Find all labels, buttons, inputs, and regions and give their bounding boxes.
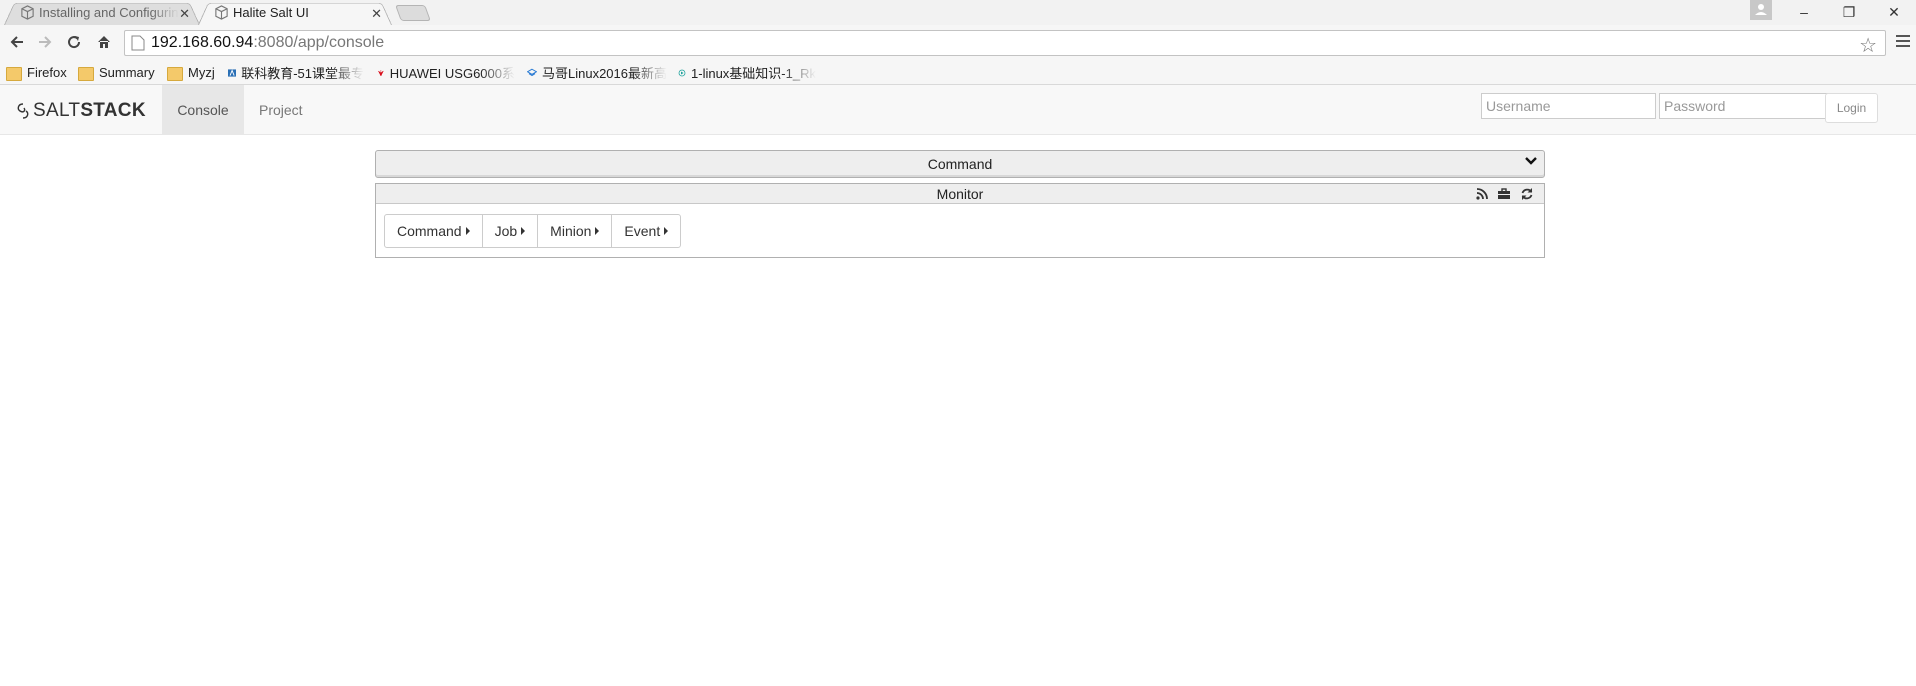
mage-icon xyxy=(527,68,537,76)
bookmark-label: Myzj xyxy=(188,65,215,80)
monitor-panel: Monitor Command Job Minion Event xyxy=(375,183,1545,258)
bookmark-label: 联科教育-51课堂最专 xyxy=(241,66,364,81)
bookmark-linux-basics[interactable]: 1-linux基础知识-1_Rk xyxy=(678,64,816,81)
home-icon xyxy=(98,36,110,48)
new-tab-button[interactable] xyxy=(395,5,431,21)
brand-logo[interactable]: SALT STACK xyxy=(15,100,146,122)
browser-toolbar: 192.168.60.94:8080/app/console ☆ xyxy=(0,25,1916,60)
tab-close-icon[interactable]: ✕ xyxy=(371,6,382,22)
browser-menu-button[interactable] xyxy=(1896,35,1910,50)
bookmarks-bar: Firefox Summary Myzj 联科教育-51课堂最专 HUAWEI … xyxy=(0,60,1916,85)
nav-project[interactable]: Project xyxy=(243,85,319,135)
monitor-event-button[interactable]: Event xyxy=(611,214,682,248)
minimize-icon: – xyxy=(1800,4,1808,20)
bookmark-mage[interactable]: 马哥Linux2016最新高 xyxy=(527,64,667,81)
briefcase-icon[interactable] xyxy=(1497,187,1511,201)
forward-button[interactable] xyxy=(34,31,56,53)
page-icon xyxy=(131,35,145,51)
lianke-icon xyxy=(228,68,237,77)
address-bar[interactable]: 192.168.60.94:8080/app/console ☆ xyxy=(124,30,1886,58)
browser-titlebar: Installing and Configuring ✕ Halite Salt… xyxy=(0,0,1916,26)
caret-right-icon xyxy=(465,227,470,235)
username-field[interactable] xyxy=(1481,93,1656,119)
folder-icon xyxy=(78,66,94,81)
bookmark-label: 1-linux基础知识-1_Rk xyxy=(691,66,816,81)
tab-installing[interactable]: Installing and Configuring ✕ xyxy=(4,0,200,26)
page-favicon-icon xyxy=(21,5,34,20)
bookmark-star-icon[interactable]: ☆ xyxy=(1859,33,1877,58)
bookmark-huawei[interactable]: HUAWEI USG6000系 xyxy=(377,64,515,81)
url-path: :8080/app/console xyxy=(253,34,385,51)
tab-label: Halite Salt UI xyxy=(233,5,309,20)
brand-light: SALT xyxy=(33,100,81,121)
login-button[interactable]: Login xyxy=(1825,93,1878,123)
monitor-command-button[interactable]: Command xyxy=(384,214,483,248)
restore-button[interactable]: ❐ xyxy=(1827,0,1871,24)
bookmark-firefox[interactable]: Firefox xyxy=(6,64,67,81)
password-field[interactable] xyxy=(1659,93,1834,119)
brand-bold: STACK xyxy=(80,100,146,121)
tab-close-icon[interactable]: ✕ xyxy=(179,6,190,22)
folder-icon xyxy=(6,66,22,81)
bookmark-lianke[interactable]: 联科教育-51课堂最专 xyxy=(228,64,364,81)
caret-right-icon xyxy=(521,227,526,235)
bookmark-label: 马哥Linux2016最新高 xyxy=(542,66,667,81)
bookmark-summary[interactable]: Summary xyxy=(78,64,155,81)
bookmark-myzj[interactable]: Myzj xyxy=(167,64,215,81)
huawei-icon xyxy=(378,69,384,76)
button-label: Minion xyxy=(550,223,592,239)
forward-arrow-icon xyxy=(39,36,52,48)
reload-icon xyxy=(68,36,81,49)
rss-icon[interactable] xyxy=(1475,187,1489,201)
tab-halite-salt-ui[interactable]: Halite Salt UI ✕ xyxy=(198,0,392,26)
close-icon: ✕ xyxy=(1888,3,1900,20)
monitor-panel-title: Monitor xyxy=(936,185,984,202)
bookmark-label: Firefox xyxy=(27,65,67,80)
folder-icon xyxy=(167,66,183,81)
back-button[interactable] xyxy=(6,31,28,53)
monitor-job-button[interactable]: Job xyxy=(481,214,539,248)
back-arrow-icon xyxy=(10,36,23,48)
close-window-button[interactable]: ✕ xyxy=(1872,0,1916,24)
url-host: 192.168.60.94 xyxy=(151,34,254,51)
profile-avatar-icon[interactable] xyxy=(1750,0,1772,20)
restore-icon: ❐ xyxy=(1842,3,1856,20)
caret-right-icon xyxy=(595,227,600,235)
command-panel-title: Command xyxy=(927,156,993,172)
bookmark-label: HUAWEI USG6000系 xyxy=(389,66,515,81)
reload-button[interactable] xyxy=(63,31,85,53)
refresh-icon[interactable] xyxy=(1520,187,1534,201)
button-label: Job xyxy=(494,223,518,239)
monitor-panel-header: Monitor xyxy=(376,184,1544,204)
play-icon xyxy=(678,69,686,76)
bookmark-label: Summary xyxy=(99,65,155,80)
caret-right-icon xyxy=(664,227,669,235)
saltstack-logo-icon xyxy=(17,103,29,119)
monitor-button-group: Command Job Minion Event xyxy=(384,214,682,248)
home-button[interactable] xyxy=(93,31,115,53)
button-label: Event xyxy=(624,223,661,239)
nav-console[interactable]: Console xyxy=(162,85,244,135)
command-panel-header[interactable]: Command xyxy=(375,150,1545,178)
chevron-down-icon xyxy=(1525,157,1537,165)
monitor-minion-button[interactable]: Minion xyxy=(537,214,613,248)
minimize-button[interactable]: – xyxy=(1782,0,1826,24)
tab-label: Installing and Configuring xyxy=(39,5,179,20)
button-label: Command xyxy=(397,223,462,239)
page-favicon-icon xyxy=(215,5,228,20)
